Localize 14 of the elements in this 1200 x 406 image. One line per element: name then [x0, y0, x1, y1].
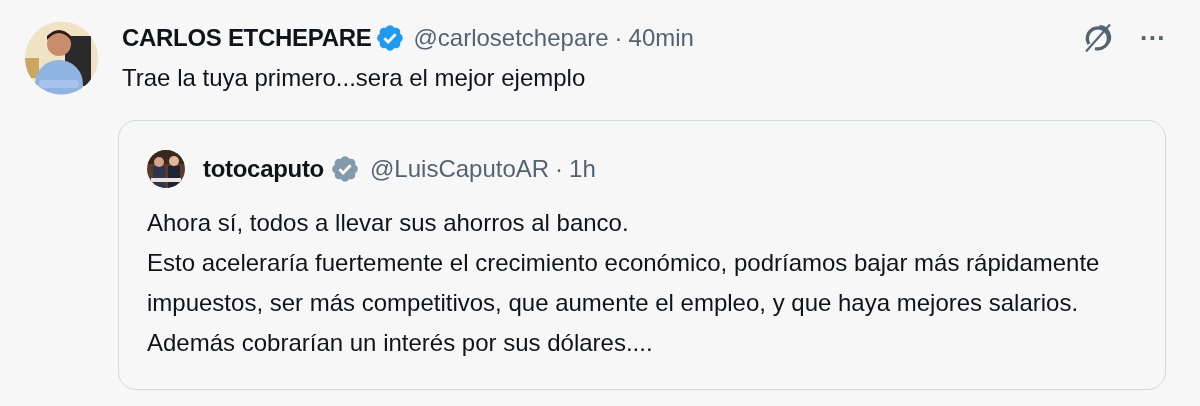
author-name[interactable]: CARLOS ETCHEPARE — [122, 20, 372, 56]
quoted-post-card[interactable] — [118, 120, 1166, 390]
post-text: Trae la tuya primero...sera el mejor ejemplo — [122, 63, 587, 93]
author-name[interactable]: totocaputo — [203, 151, 324, 187]
timestamp: 1h — [569, 154, 596, 184]
more-options-button[interactable]: ··· — [1140, 25, 1166, 51]
quoted-post-text: Además cobrarían un interés por sus dólares.... — [147, 328, 654, 358]
author-handle[interactable]: @carlosetchepare — [413, 20, 609, 56]
quoted-post-text: Esto aceleraría fuertemente el crecimiento económico, podríamos bajar más rápidamente impuestos, ser más competitivos, que aumente el empleo, y que haya mejores salarios. — [147, 248, 1101, 318]
separator: · — [614, 23, 623, 53]
author-handle: @LuisCaputoAR — [370, 154, 550, 184]
timestamp[interactable]: 40min — [628, 20, 694, 56]
separator: · — [555, 154, 564, 184]
quoted-post-text: Ahora sí, todos a llevar sus ahorros al banco. — [147, 208, 630, 238]
